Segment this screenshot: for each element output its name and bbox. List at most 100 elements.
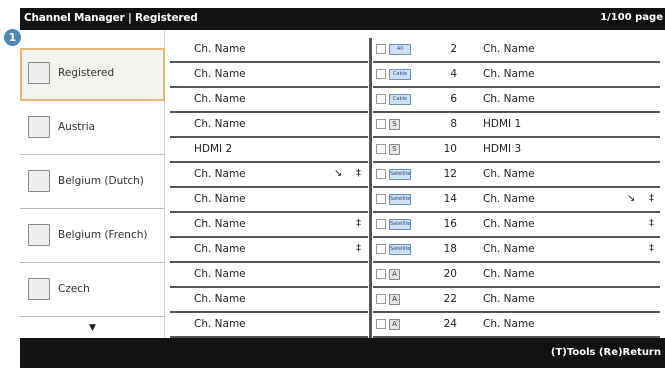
channel-number: 16 [443,218,457,230]
channel-row-left[interactable]: Ch. Name [170,38,368,63]
channel-number: 24 [443,318,457,330]
channel-name: Ch. Name [483,193,535,205]
channel-row-right[interactable]: Cable 6 Ch. Name [373,88,660,113]
checkbox[interactable] [28,116,50,138]
channel-row-left[interactable]: Ch. Name [170,313,368,338]
channel-name: Ch. Name [194,43,246,55]
channel-row-right[interactable]: Satellite 14 Ch. Name ‡ ↘ [373,188,660,213]
channel-row-right[interactable]: S 10 HDMI 3 [373,138,660,163]
channel-row-right[interactable]: Cable 4 Ch. Name [373,63,660,88]
row-checkbox[interactable] [376,269,386,279]
sidebar-item-belgium-dutch[interactable]: Belgium (Dutch) [20,156,165,209]
source-type-icon: Satellite [389,194,411,205]
step-badge: 1 [4,29,21,46]
channel-number: 6 [450,93,457,105]
channel-name: Ch. Name [194,218,246,230]
lock-icon: ‡ [356,218,361,229]
channel-name: Ch. Name [483,68,535,80]
triangle-down-icon[interactable]: ▼ [20,318,165,338]
row-checkbox[interactable] [376,219,386,229]
checkbox[interactable] [28,278,50,300]
channel-name: Ch. Name [194,118,246,130]
row-checkbox[interactable] [376,144,386,154]
channel-row-left[interactable]: HDMI 2 [170,138,368,163]
sidebar-item-label: Registered [58,67,115,79]
channel-name: Ch. Name [194,168,246,180]
channel-row-left[interactable]: Ch. Name [170,63,368,88]
channel-row-left[interactable]: Ch. Name ‡ [170,213,368,238]
channel-row-right[interactable]: A 20 Ch. Name [373,263,660,288]
source-type-icon: Satellite [389,219,411,230]
channel-row-right[interactable]: A 22 Ch. Name [373,288,660,313]
row-checkbox[interactable] [376,119,386,129]
page-indicator: 1/100 page [600,12,663,23]
channel-row-right[interactable]: Satellite 12 Ch. Name [373,163,660,188]
channel-row-left[interactable]: Ch. Name [170,288,368,313]
checkbox[interactable] [28,62,50,84]
channel-name: Ch. Name [483,218,535,230]
sidebar-item-label: Austria [58,121,96,133]
row-checkbox[interactable] [376,44,386,54]
channel-row-left[interactable]: Ch. Name [170,88,368,113]
channel-name: HDMI 2 [194,143,233,155]
channel-row-left[interactable]: Ch. Name ‡ ↘ [170,163,368,188]
channel-name: Ch. Name [483,293,535,305]
category-sidebar: Registered Austria Belgium (Dutch) Belgium … [20,30,165,338]
channel-name: Ch. Name [194,293,246,305]
channel-number: 14 [443,193,457,205]
channel-number: 18 [443,243,457,255]
source-type-icon: A [389,294,400,305]
sidebar-item-label: Czech [58,283,90,295]
checkbox[interactable] [28,224,50,246]
source-type-icon: S [389,144,400,155]
channel-row-left[interactable]: Ch. Name [170,188,368,213]
source-type-icon: A [389,269,400,280]
channel-row-right[interactable]: Satellite 18 Ch. Name ‡ [373,238,660,263]
sidebar-item-registered[interactable]: Registered [20,48,165,101]
sidebar-item-austria[interactable]: Austria [20,102,165,155]
lock-icon: ‡ [356,168,361,179]
channel-name: Ch. Name [194,243,246,255]
row-checkbox[interactable] [376,244,386,254]
sidebar-item-label: Belgium (French) [58,229,148,241]
channel-row-right[interactable]: Satellite 16 Ch. Name ‡ [373,213,660,238]
channel-row-right[interactable]: S 8 HDMI 1 [373,113,660,138]
title-bar: Channel Manager | Registered 1/100 page [20,8,665,30]
channel-row-left[interactable]: Ch. Name ‡ [170,238,368,263]
footer-bar: (T)Tools (Re)Return [20,338,665,368]
sidebar-item-czech[interactable]: Czech [20,264,165,317]
channel-name: Ch. Name [194,68,246,80]
row-checkbox[interactable] [376,69,386,79]
source-type-icon: Cable [389,69,411,80]
channel-name: Ch. Name [483,168,535,180]
row-checkbox[interactable] [376,319,386,329]
channel-number: 10 [443,143,457,155]
row-checkbox[interactable] [376,294,386,304]
channel-name: Ch. Name [194,268,246,280]
row-checkbox[interactable] [376,169,386,179]
row-checkbox[interactable] [376,194,386,204]
channel-number: 12 [443,168,457,180]
source-type-icon: Cable [389,94,411,105]
channel-name: Ch. Name [194,93,246,105]
channel-number: 4 [450,68,457,80]
channel-name: Ch. Name [483,93,535,105]
channel-row-right[interactable]: All 2 Ch. Name [373,38,660,63]
channel-number: 22 [443,293,457,305]
channel-name: Ch. Name [194,193,246,205]
channel-name: Ch. Name [194,318,246,330]
source-type-icon: A [389,319,400,330]
footer-hint: (T)Tools (Re)Return [550,347,661,358]
channel-name: Ch. Name [483,43,535,55]
source-type-icon: S [389,119,400,130]
sidebar-item-belgium-french[interactable]: Belgium (French) [20,210,165,263]
source-type-icon: Satellite [389,244,411,255]
checkbox[interactable] [28,170,50,192]
channel-row-left[interactable]: Ch. Name [170,263,368,288]
channel-number: 20 [443,268,457,280]
channel-name: HDMI 1 [483,118,522,130]
row-checkbox[interactable] [376,94,386,104]
channel-row-left[interactable]: Ch. Name [170,113,368,138]
antenna-icon: ↘ [627,193,636,204]
channel-row-right[interactable]: A 24 Ch. Name [373,313,660,338]
